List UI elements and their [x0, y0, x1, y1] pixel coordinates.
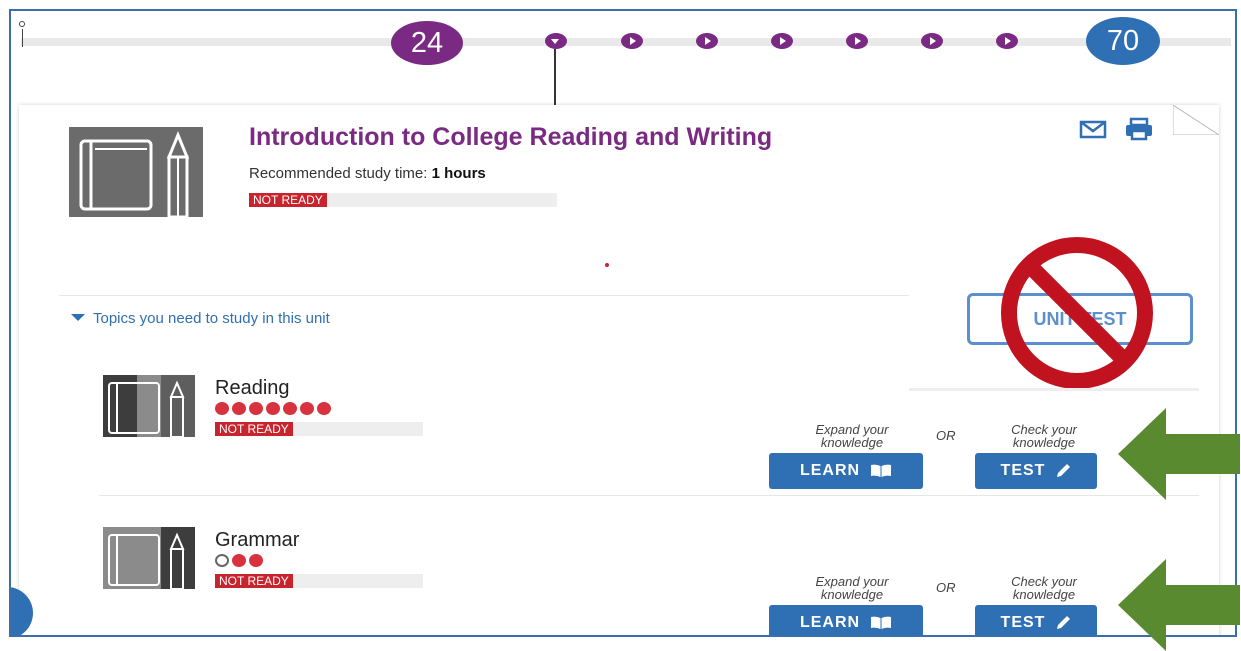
or-label: OR [936, 580, 956, 595]
timeline-origin-dot [19, 21, 25, 27]
timeline-node[interactable] [621, 33, 643, 49]
topics-toggle[interactable]: Topics you need to study in this unit [71, 310, 330, 327]
timeline-node[interactable] [696, 33, 718, 49]
test-button-label: TEST [1000, 614, 1046, 631]
learn-hint: Expand your knowledge [797, 575, 907, 601]
test-hint-text: Check your knowledge [1011, 422, 1077, 450]
timeline-node-start[interactable]: 24 [391, 21, 463, 65]
test-hint-text: Check your knowledge [1011, 574, 1077, 602]
timeline-node[interactable] [771, 33, 793, 49]
timeline-node[interactable] [846, 33, 868, 49]
section-divider [909, 388, 1199, 391]
or-label: OR [936, 428, 956, 443]
timeline-origin-marker [22, 29, 23, 47]
topic-title: Reading [215, 377, 290, 399]
learn-hint-text: Expand your knowledge [815, 422, 889, 450]
mastery-dot-filled [249, 402, 263, 415]
mastery-dots [215, 402, 331, 416]
study-time-label: Recommended study time: [249, 165, 428, 182]
status-badge: NOT READY [215, 574, 293, 588]
timeline-node[interactable] [996, 33, 1018, 49]
pencil-icon [1057, 464, 1071, 477]
arrow-left-icon [1118, 559, 1240, 651]
learn-button-label: LEARN [799, 614, 861, 631]
topic-title: Grammar [215, 529, 300, 551]
study-time-value: 1 hours [431, 165, 486, 182]
test-button[interactable]: TEST [975, 605, 1097, 635]
timeline-node-current[interactable] [545, 33, 567, 49]
mastery-dot-filled [283, 402, 297, 415]
timeline-node-end[interactable]: 70 [1086, 17, 1160, 65]
topic-progress-bar: NOT READY [215, 574, 423, 588]
learn-hint: Expand your knowledge [797, 423, 907, 449]
mastery-dot-filled [215, 402, 229, 415]
book-pencil-icon [69, 127, 203, 219]
learn-button[interactable]: LEARN [769, 605, 923, 635]
status-badge: NOT READY [249, 193, 327, 207]
mastery-dot-filled [249, 554, 263, 567]
status-badge: NOT READY [215, 422, 293, 436]
timeline-node[interactable] [921, 33, 943, 49]
test-button[interactable]: TEST [975, 453, 1097, 489]
learn-button[interactable]: LEARN [769, 453, 923, 489]
learn-button-label: LEARN [799, 462, 861, 479]
topic-progress-bar: NOT READY [215, 422, 423, 436]
book-pencil-icon [103, 527, 195, 590]
mastery-dots [215, 554, 263, 568]
book-pencil-icon [103, 375, 195, 438]
print-icon[interactable] [1124, 117, 1154, 141]
open-book-icon [871, 464, 892, 477]
pencil-icon [1057, 616, 1071, 629]
study-time: Recommended study time: 1 hours [249, 165, 486, 182]
section-divider [99, 495, 1199, 496]
prohibited-icon [1001, 237, 1153, 389]
mastery-dot-filled [266, 402, 280, 415]
arrow-left-icon [1118, 408, 1240, 500]
page-curl-icon [1173, 105, 1219, 135]
mastery-dot-filled [232, 554, 246, 567]
mail-icon[interactable] [1079, 119, 1107, 139]
learn-hint-text: Expand your knowledge [815, 574, 889, 602]
marker-dot [605, 263, 609, 267]
section-divider [59, 295, 909, 296]
unit-progress-bar: NOT READY [249, 193, 557, 207]
test-hint: Check your knowledge [989, 423, 1099, 449]
mastery-dot-filled [317, 402, 331, 415]
unit-card: Introduction to College Reading and Writ… [19, 105, 1219, 635]
timeline-connector [554, 49, 556, 105]
topics-toggle-label: Topics you need to study in this unit [93, 310, 330, 327]
test-button-label: TEST [1000, 462, 1046, 479]
unit-title: Introduction to College Reading and Writ… [249, 123, 773, 151]
mastery-dot-empty [215, 554, 229, 567]
app-frame: 24 70 Introduction to College Reading an… [9, 9, 1237, 637]
open-book-icon [871, 616, 892, 629]
mastery-dot-filled [232, 402, 246, 415]
caret-down-icon [71, 314, 85, 321]
mastery-dot-filled [300, 402, 314, 415]
test-hint: Check your knowledge [989, 575, 1099, 601]
